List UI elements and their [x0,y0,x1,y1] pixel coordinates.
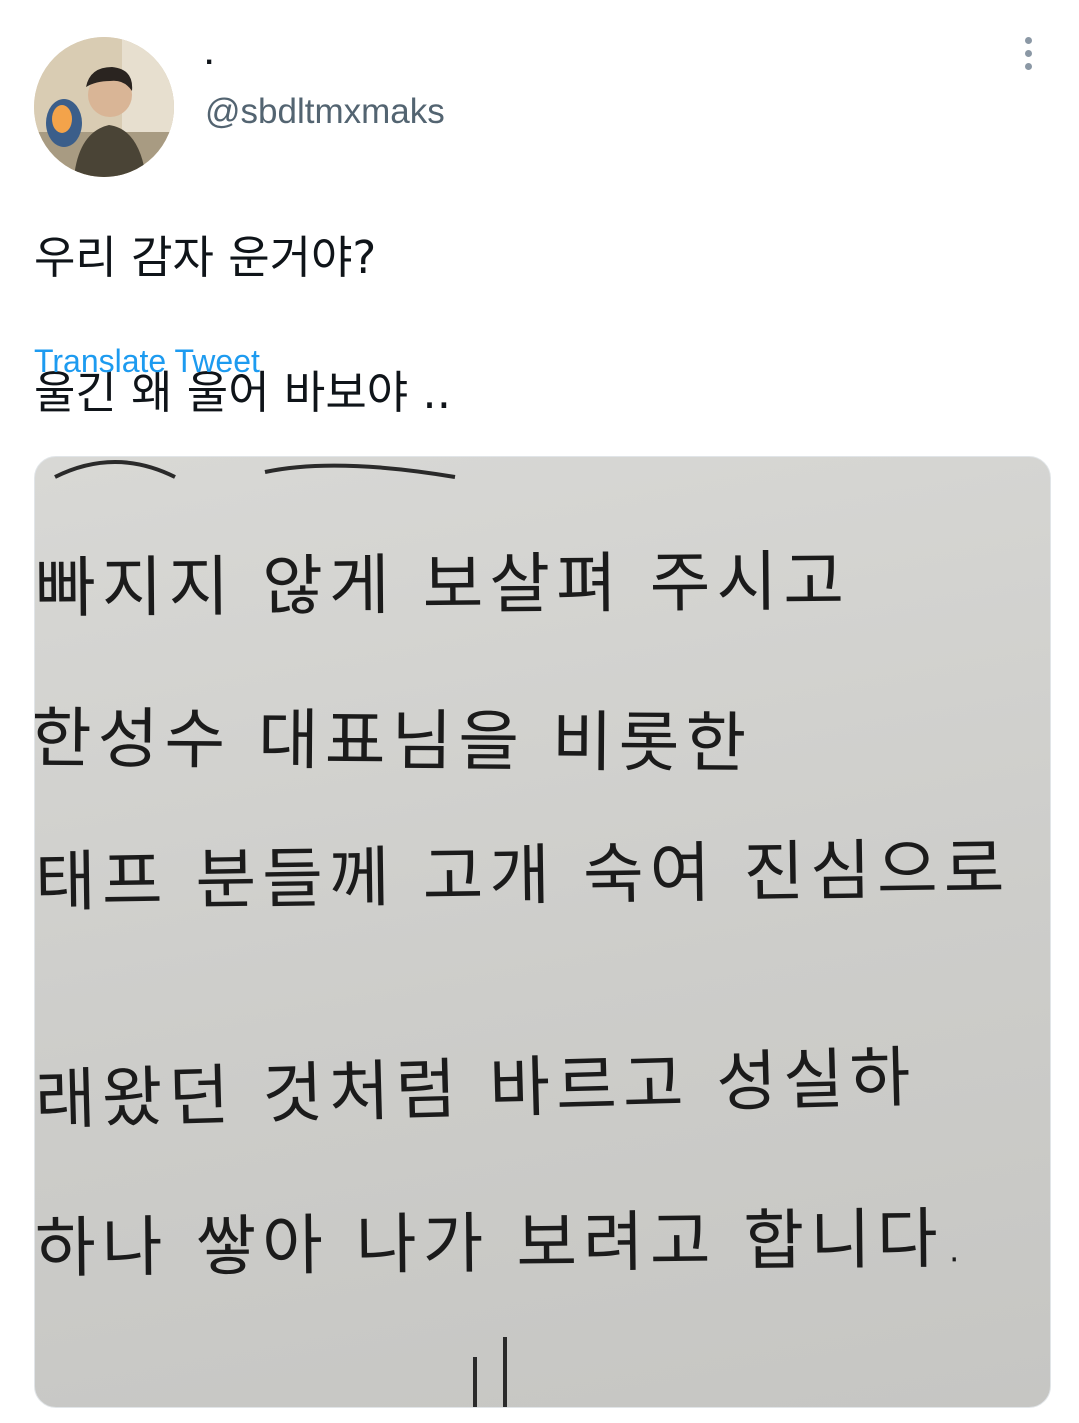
tweet-media-image[interactable]: 빠지지 않게 보살펴 주시고 한성수 대표님을 비롯한 태프 분들께 고개 숙여… [34,456,1051,1408]
display-name[interactable]: . [205,38,213,72]
more-options-icon-dot [1024,49,1032,57]
handwritten-line: 하나 쌓아 나가 보려고 합니다. [34,1200,971,1287]
more-options-button[interactable] [1010,28,1046,78]
translate-tweet-link[interactable]: Translate Tweet [34,343,260,380]
handwritten-line: 태프 분들께 고개 숙여 진심으로 [34,830,1011,921]
handwritten-line: 빠지지 않게 보살펴 주시고 [34,542,851,627]
more-options-icon-dot [1024,62,1032,70]
tweet-text-line-1: 우리 감자 운거야? [34,230,377,284]
handle[interactable]: @sbdltmxmaks [205,92,445,132]
tweet-text: 우리 감자 운거야? 울긴 왜 울어 바보야 .. [34,156,1034,494]
more-options-icon [1024,36,1032,44]
handwritten-line: 한성수 대표님을 비롯한 [34,700,753,783]
